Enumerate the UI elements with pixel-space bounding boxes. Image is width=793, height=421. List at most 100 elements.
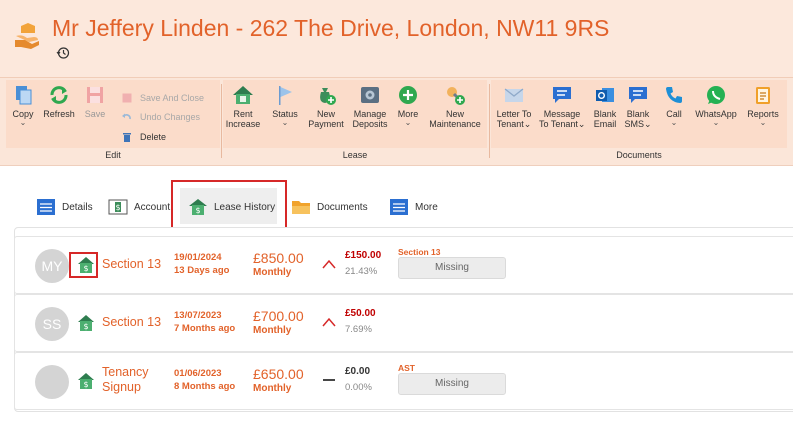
whatsapp-icon [707,86,725,104]
whatsapp-button[interactable]: WhatsApp ⌄ [691,84,741,127]
refresh-button[interactable]: Refresh [39,84,79,119]
lease-rent: £850.00 Monthly [253,250,304,279]
rent-period: Monthly [253,267,292,278]
status-badge[interactable]: Missing [398,257,506,279]
list-icon [37,199,55,215]
undo-icon [122,113,131,120]
rent-period: Monthly [253,325,292,336]
lease-time-ago: 7 Months ago [174,323,236,334]
save-and-close-button[interactable]: Save And Close [122,93,204,103]
house-money-icon: $ [189,199,207,215]
new-payment-button[interactable]: New Payment [305,84,347,129]
house-money-icon[interactable]: $ [77,372,95,390]
notice-label: AST [398,363,415,373]
tab-lease-history[interactable]: $ Lease History [188,197,275,217]
safe-gear-icon [361,87,379,103]
lease-type: Section 13 [102,257,162,271]
svg-text:$: $ [83,322,88,331]
increase-percent: 0.00% [345,382,372,393]
group-label-edit: Edit [105,150,121,160]
increase-amount: £150.00 [345,250,382,261]
delete-icon [123,133,131,142]
add-circle-icon [399,86,417,104]
rent-increase-button[interactable]: Rent Increase [223,84,263,129]
increase-amount: £0.00 [345,366,371,377]
tab-details[interactable]: Details [36,197,93,217]
blank-sms-button[interactable]: Blank SMS⌄ [621,84,655,129]
avatar [35,365,69,399]
lease-type: Section 13 [102,315,162,329]
phone-icon [666,87,682,103]
rent-amount: £650.00 [253,366,304,382]
status-button[interactable]: Status ⌄ [270,84,300,127]
reports-button[interactable]: Reports ⌄ [743,84,783,127]
increase-percent: 21.43% [345,266,378,277]
flag-icon [279,86,292,105]
lease-rent: £650.00 Monthly [253,366,304,395]
call-button[interactable]: Call ⌄ [661,84,687,127]
save-button[interactable]: Save [80,84,110,119]
message-to-tenant-button[interactable]: Message To Tenant⌄ [539,84,585,129]
rent-amount: £850.00 [253,250,304,266]
save-icon [87,87,103,103]
lease-row[interactable]: $ Tenancy Signup 01/06/2023 8 Months ago… [14,352,793,410]
copy-button[interactable]: Copy ⌄ [8,84,38,127]
lease-date: 13/07/2023 [174,310,222,321]
increase-amount: £50.00 [345,308,376,319]
notice-label: Section 13 [398,247,441,257]
trend-up-icon [322,259,336,269]
svg-text:$: $ [195,206,200,215]
svg-text:$: $ [83,380,88,389]
save-close-icon [122,93,132,103]
increase-percent: 7.69% [345,324,372,335]
new-maintenance-button[interactable]: New Maintenance [425,84,485,129]
history-icon[interactable] [56,46,70,60]
svg-text:$: $ [115,203,120,212]
lease-row[interactable]: SS $ Section 13 13/07/2023 7 Months ago … [14,294,793,352]
group-label-documents: Documents [616,150,662,160]
tab-documents[interactable]: Documents [291,197,368,217]
lease-type-line-2: Signup [102,380,141,394]
handshake-house-icon [15,23,39,49]
blank-email-button[interactable]: Blank Email [591,84,619,129]
outlook-icon [596,88,614,102]
delete-button[interactable]: Delete [122,132,166,142]
lease-date: 01/06/2023 [174,368,222,379]
maintenance-icon [447,87,465,105]
trend-flat-icon [323,379,335,381]
rent-period: Monthly [253,383,292,394]
house-icon-highlight [69,252,98,278]
ledger-icon: $ [108,199,128,215]
letter-to-tenant-button[interactable]: Letter To Tenant⌄ [491,84,537,129]
manage-deposits-button[interactable]: Manage Deposits [349,84,391,129]
ribbon-group-edit: Copy ⌄ Refresh Save Save And Close Undo … [6,80,220,165]
chat-icon [553,87,571,103]
house-money-icon[interactable]: $ [77,314,95,332]
group-label-lease: Lease [342,150,368,160]
lease-time-ago: 8 Months ago [174,381,236,392]
ribbon-toolbar: Copy ⌄ Refresh Save Save And Close Undo … [0,77,793,166]
status-badge[interactable]: Missing [398,373,506,395]
lease-type-line-1: Tenancy [102,365,149,379]
avatar: SS [35,307,69,341]
tab-account[interactable]: $ Account [108,197,170,217]
tab-more[interactable]: More [389,197,438,217]
lease-row[interactable]: MY $ Section 13 19/01/2024 13 Days ago £… [14,236,793,294]
page-header: Mr Jeffery Linden - 262 The Drive, Londo… [0,0,793,77]
clipboard-icon [756,87,770,104]
rent-amount: £700.00 [253,308,304,324]
money-bag-add-icon [320,88,336,105]
page-title: Mr Jeffery Linden - 262 The Drive, Londo… [52,15,610,41]
lease-rent: £700.00 Monthly [253,308,304,337]
copy-icon [16,86,32,105]
envelope-icon [504,88,524,102]
avatar: MY [35,249,69,283]
lease-date: 19/01/2024 [174,252,222,263]
ribbon-group-documents: Letter To Tenant⌄ Message To Tenant⌄ Bla… [491,80,787,165]
folder-icon [292,201,310,214]
more-button[interactable]: More ⌄ [393,84,423,127]
lease-time-ago: 13 Days ago [174,265,230,276]
list-icon [390,199,408,215]
house-money-icon [233,86,253,104]
undo-changes-button[interactable]: Undo Changes [122,112,200,122]
